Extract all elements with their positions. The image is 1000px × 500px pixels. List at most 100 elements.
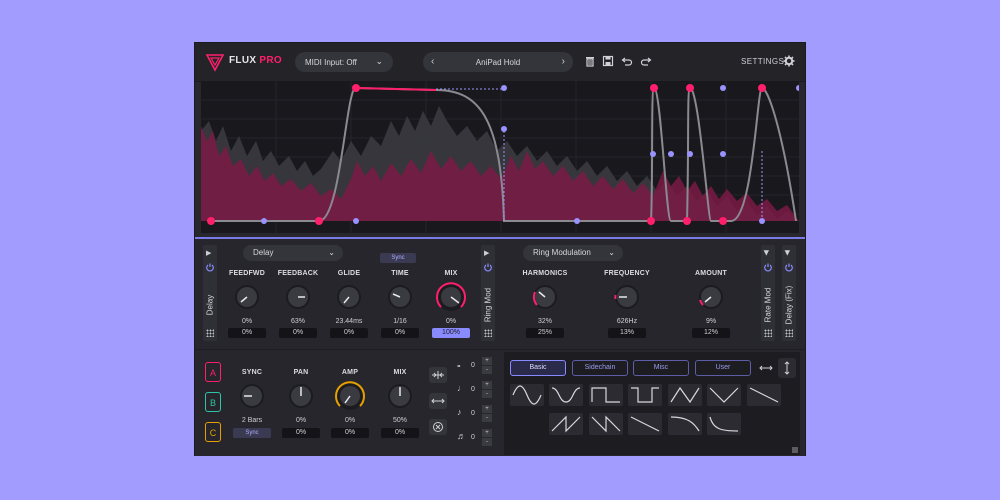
tab-basic[interactable]: Basic <box>510 360 566 376</box>
chevron-down-icon[interactable]: ▶ <box>784 250 792 255</box>
half-note-icon: ♩ <box>457 383 466 393</box>
play-icon[interactable]: ▶ <box>206 249 211 257</box>
note-value[interactable]: 0 <box>471 410 481 417</box>
exp-decay-icon[interactable] <box>707 413 741 435</box>
sync-knob[interactable] <box>238 382 266 410</box>
amount-knob[interactable] <box>697 283 725 311</box>
envelope-graph[interactable] <box>201 81 799 233</box>
mix-knob[interactable] <box>435 281 467 313</box>
note-stepper[interactable]: + - <box>482 381 492 399</box>
save-icon[interactable] <box>602 55 614 67</box>
whole-note-icon: 𝅝 <box>457 359 461 369</box>
chevron-down-icon: ⌄ <box>328 248 335 257</box>
lfo-mix-knob[interactable] <box>386 382 414 410</box>
midi-input-dropdown[interactable]: MIDI Input: Off ⌄ <box>295 52 393 72</box>
channel-c-button[interactable]: C <box>205 422 221 442</box>
play-icon[interactable]: ▶ <box>484 249 489 257</box>
time-knob[interactable] <box>386 283 414 311</box>
power-icon[interactable] <box>763 262 773 272</box>
chevron-down-icon[interactable]: ▶ <box>763 250 771 255</box>
channel-b-button[interactable]: B <box>205 392 221 412</box>
knob-label: MIX <box>444 270 458 277</box>
note-value[interactable]: 0 <box>471 434 481 441</box>
value-field[interactable]: 0% <box>228 328 266 338</box>
knob-value: 32% <box>537 318 552 325</box>
next-preset-icon[interactable]: › <box>562 56 565 67</box>
v-wave-icon[interactable] <box>707 384 741 406</box>
tab-sidechain[interactable]: Sidechain <box>572 360 628 376</box>
fx-slot-label: Rate Mod <box>763 287 773 323</box>
trash-icon[interactable] <box>584 55 596 67</box>
prev-preset-icon[interactable]: ‹ <box>431 56 434 67</box>
ramp-down-icon[interactable] <box>747 384 781 406</box>
harmonics-knob[interactable] <box>531 283 559 311</box>
note-stepper[interactable]: + - <box>482 405 492 423</box>
note-stepper[interactable]: + - <box>482 357 492 375</box>
lfo-envelope-editor[interactable] <box>201 81 799 233</box>
feedfwd-knob[interactable] <box>233 283 261 311</box>
value-field[interactable]: 0% <box>381 328 419 338</box>
value-field[interactable]: 13% <box>608 328 646 338</box>
value-field[interactable]: 0% <box>279 328 317 338</box>
note-value[interactable]: 0 <box>471 386 481 393</box>
pulse-wave-icon[interactable] <box>628 384 662 406</box>
ramp-icon[interactable] <box>628 413 662 435</box>
settings-label[interactable]: SETTINGS <box>741 57 784 66</box>
bump-wave-icon[interactable] <box>549 384 583 406</box>
value-field[interactable]: 0% <box>331 428 369 438</box>
clear-icon[interactable] <box>429 419 447 435</box>
value-field[interactable]: 100% <box>432 328 470 338</box>
grid-icon[interactable] <box>484 329 492 337</box>
glide-knob[interactable] <box>335 283 363 311</box>
gear-icon[interactable] <box>783 55 795 67</box>
power-icon[interactable] <box>784 262 794 272</box>
saw-up-icon[interactable] <box>549 413 583 435</box>
fx-type-label: Ring Modulation <box>533 248 591 257</box>
square-wave-icon[interactable] <box>589 384 623 406</box>
preset-name: AniPad Hold <box>475 57 521 67</box>
tab-user[interactable]: User <box>695 360 751 376</box>
fx-type-dropdown-left[interactable]: Delay ⌄ <box>243 245 343 261</box>
flip-vertical-icon[interactable] <box>778 358 796 378</box>
power-icon[interactable] <box>205 262 215 272</box>
fx-type-dropdown-right[interactable]: Ring Modulation ⌄ <box>523 245 623 261</box>
channel-a-button[interactable]: A <box>205 362 221 382</box>
sync-button[interactable]: Sync <box>233 428 271 438</box>
resize-handle[interactable] <box>792 447 798 453</box>
grid-icon[interactable] <box>785 329 793 337</box>
pan-knob[interactable] <box>287 382 315 410</box>
grid-icon[interactable] <box>764 329 772 337</box>
preset-selector[interactable]: ‹ AniPad Hold › <box>423 52 573 72</box>
sine-wave-icon[interactable] <box>510 384 544 406</box>
value-field[interactable]: 25% <box>526 328 564 338</box>
sync-button[interactable]: Sync <box>380 253 416 263</box>
top-bar: FLUX PRO MIDI Input: Off ⌄ ‹ AniPad Hold… <box>195 43 805 82</box>
grid-icon[interactable] <box>206 329 214 337</box>
value-field[interactable]: 0% <box>330 328 368 338</box>
power-icon[interactable] <box>483 262 493 272</box>
fx-slot-delay-fix[interactable]: ▶ Delay (Fix) <box>782 245 796 341</box>
fx-slot-delay[interactable]: ▶ Delay <box>203 245 217 341</box>
fx-slot-ring-mod[interactable]: ▶ Ring Mod <box>481 245 495 341</box>
frequency-knob[interactable] <box>613 283 641 311</box>
curve-down-icon[interactable] <box>668 413 702 435</box>
fx-type-label: Delay <box>253 248 274 257</box>
tab-misc[interactable]: Misc <box>633 360 689 376</box>
feedback-knob[interactable] <box>284 283 312 311</box>
undo-icon[interactable] <box>621 55 633 67</box>
triangle-wave-icon[interactable] <box>668 384 702 406</box>
value-field[interactable]: 0% <box>282 428 320 438</box>
note-stepper[interactable]: + - <box>482 429 492 447</box>
fx-slot-rate-mod[interactable]: ▶ Rate Mod <box>761 245 775 341</box>
amp-knob[interactable] <box>334 380 366 412</box>
value-field[interactable]: 0% <box>381 428 419 438</box>
knob-value: 9% <box>705 318 717 325</box>
redo-icon[interactable] <box>640 55 652 67</box>
saw-down-icon[interactable] <box>589 413 623 435</box>
value-field[interactable]: 12% <box>692 328 730 338</box>
plugin-window: FLUX PRO MIDI Input: Off ⌄ ‹ AniPad Hold… <box>195 43 805 456</box>
flip-horizontal-icon[interactable] <box>757 360 775 376</box>
note-value[interactable]: 0 <box>471 362 481 369</box>
compress-icon[interactable] <box>429 367 447 383</box>
expand-icon[interactable] <box>429 393 447 409</box>
